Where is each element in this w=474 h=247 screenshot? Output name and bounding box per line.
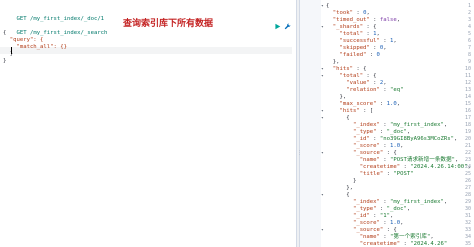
- line-number: 2: [467, 10, 471, 16]
- line-number: 32: [464, 220, 471, 226]
- line-number: 33: [464, 227, 471, 233]
- response-line: "_source" : {: [352, 227, 397, 233]
- response-line: "timed_out" : false,: [332, 17, 401, 23]
- line-number: 4: [467, 24, 471, 30]
- line-number: 35: [464, 241, 471, 247]
- body-line: "match_all": {}: [3, 44, 67, 50]
- response-line: "value" : 2,: [346, 80, 387, 86]
- response-line: "title" : "POST": [359, 171, 414, 177]
- line-number: 29: [464, 199, 471, 205]
- response-line: {: [326, 3, 330, 9]
- response-line: },: [326, 94, 347, 100]
- splitter-grip-icon[interactable]: ⋮: [297, 151, 302, 160]
- line-number: 18: [464, 122, 471, 128]
- play-icon[interactable]: [274, 23, 281, 30]
- response-line: "name" : "POST请求新增一条数据",: [359, 157, 459, 163]
- response-viewer[interactable]: 1 ▾{2 "took" : 0, 3 "timed_out" : false, 4 ▾…: [300, 0, 474, 247]
- line-number: 28: [464, 192, 471, 198]
- line-number: 20: [464, 136, 471, 142]
- response-line: "_id" : "no39GI8ByA96s3MCoZRs",: [352, 136, 458, 142]
- annotation-text: 查询索引库下所有数据: [123, 19, 214, 29]
- body-line: }: [3, 58, 7, 64]
- response-line: "_index" : "my_first_index",: [352, 122, 448, 128]
- response-line: "hits" : {: [332, 66, 367, 72]
- line-number: 19: [464, 129, 471, 135]
- line-number: 11: [464, 73, 471, 79]
- response-line: }: [326, 178, 357, 184]
- line-number: 15: [464, 101, 471, 107]
- line-number: 12: [464, 80, 471, 86]
- response-line: "hits" : [: [339, 108, 374, 114]
- wrench-icon[interactable]: [284, 23, 291, 30]
- line-number: 31: [464, 213, 471, 219]
- response-line: "total" : {: [339, 73, 377, 79]
- response-line: "total" : 1,: [339, 31, 380, 37]
- line-number: 10: [464, 66, 471, 72]
- response-line: "_score" : 1.0,: [352, 220, 404, 226]
- fold-toggle-icon[interactable]: ▾: [321, 24, 325, 31]
- fold-toggle-icon[interactable]: ▾: [321, 192, 325, 199]
- response-line: "createtime" : "2024.4.26.14:00",: [359, 164, 471, 170]
- response-line: "_index" : "my_first_index",: [352, 199, 448, 205]
- response-line: "skipped" : 0,: [339, 45, 387, 51]
- request-method: GET: [16, 16, 27, 22]
- request-path: /my_first_index/_search: [26, 30, 108, 36]
- response-line: "_type" : "_doc",: [352, 206, 411, 212]
- response-line: "relation" : "eq": [346, 87, 404, 93]
- line-number: 22: [464, 150, 471, 156]
- fold-toggle-icon[interactable]: ▾: [321, 115, 325, 122]
- line-number: 6: [467, 38, 471, 44]
- fold-toggle-icon[interactable]: ▾: [321, 227, 325, 234]
- body-line: {: [3, 30, 7, 36]
- text-caret: [11, 47, 12, 54]
- response-line: "createtime" : "2024.4.26": [359, 241, 448, 247]
- response-line: "_shards" : {: [332, 24, 377, 30]
- line-number: 16: [464, 108, 471, 114]
- fold-toggle-icon[interactable]: ▾: [321, 73, 325, 80]
- fold-toggle-icon[interactable]: ▾: [321, 3, 325, 10]
- response-line: "_source" : {: [352, 150, 397, 156]
- line-number: 8: [467, 52, 471, 58]
- response-line: "took" : 0,: [332, 10, 370, 16]
- line-number: 1: [467, 3, 471, 9]
- line-number: 30: [464, 206, 471, 212]
- line-number: 21: [464, 143, 471, 149]
- response-line: "successful" : 1,: [339, 38, 397, 44]
- line-number: 3: [467, 17, 471, 23]
- response-line: "_type" : "_doc",: [352, 129, 411, 135]
- request-line-2[interactable]: GET /my_first_index/_search: [3, 23, 107, 36]
- line-number: 26: [464, 178, 471, 184]
- response-line: "name" : "第一个索引库",: [359, 234, 434, 240]
- request-line-1[interactable]: GET /my_first_index/_doc/1: [3, 9, 104, 22]
- request-actions: [274, 23, 291, 30]
- request-editor[interactable]: GET /my_first_index/_doc/1 GET /my_first…: [0, 0, 296, 247]
- line-number: 14: [464, 94, 471, 100]
- response-line: },: [326, 59, 340, 65]
- response-line: "max_score" : 1.0,: [339, 101, 401, 107]
- line-number: 9: [467, 59, 471, 65]
- line-number: 13: [464, 87, 471, 93]
- line-number: 25: [464, 171, 471, 177]
- response-line: "_score" : 1.0,: [352, 143, 404, 149]
- response-line: "_id" : "1",: [352, 213, 394, 219]
- response-line: },: [326, 185, 353, 191]
- response-line: {: [326, 115, 350, 121]
- fold-toggle-icon[interactable]: ▾: [321, 150, 325, 157]
- request-method: GET: [16, 30, 27, 36]
- line-number: 34: [464, 234, 471, 240]
- response-line: {: [326, 192, 350, 198]
- line-number: 17: [464, 115, 471, 121]
- fold-toggle-icon[interactable]: ▾: [321, 108, 325, 115]
- response-line: "failed" : 0: [339, 52, 380, 58]
- line-number: 27: [464, 185, 471, 191]
- body-line: "query": {: [3, 37, 44, 43]
- request-path: /my_first_index/_doc/1: [26, 16, 105, 22]
- fold-toggle-icon[interactable]: ▾: [321, 66, 325, 73]
- line-number: 5: [467, 31, 471, 37]
- line-number-gutter: [300, 0, 321, 247]
- line-number: 7: [467, 45, 471, 51]
